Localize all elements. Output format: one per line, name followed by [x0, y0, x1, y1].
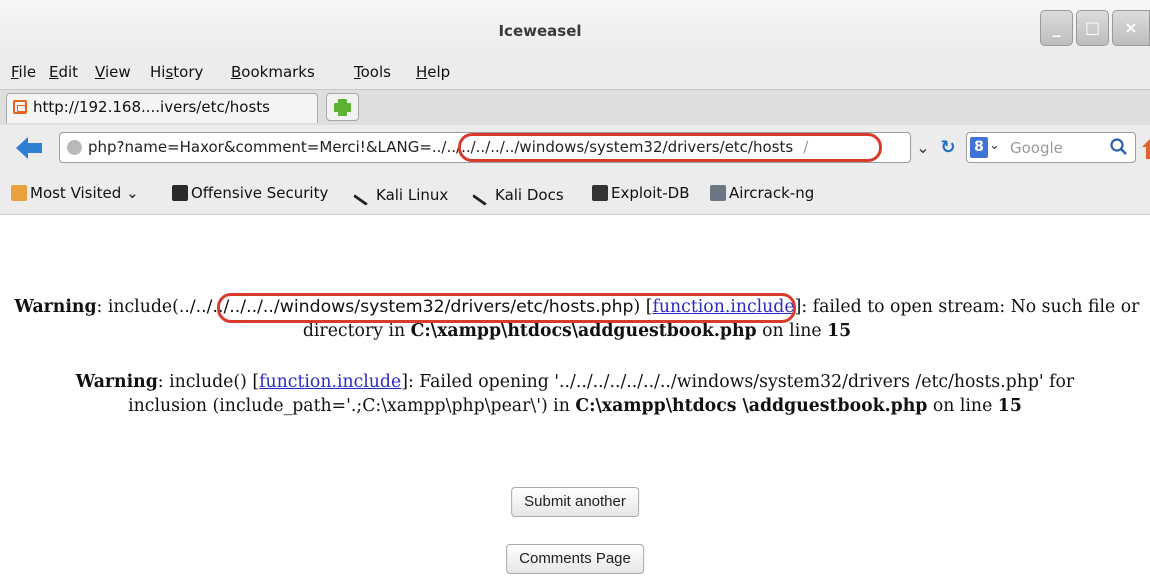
close-button[interactable]: ×: [1112, 10, 1150, 46]
back-arrow-icon: [16, 137, 42, 159]
bookmark-kali-docs[interactable]: Kali Docs: [471, 181, 564, 206]
new-tab-button[interactable]: [326, 93, 359, 121]
comments-page-button[interactable]: Comments Page: [506, 544, 644, 574]
site-identity-icon[interactable]: [67, 140, 82, 155]
google-engine-icon[interactable]: 8: [970, 137, 988, 158]
menu-view[interactable]: View: [95, 63, 131, 81]
bookmark-exploit-db[interactable]: Exploit-DB: [592, 184, 690, 202]
navigation-bar: php?name=Haxor&comment=Merci!&LANG=../..…: [0, 125, 1150, 170]
menu-help[interactable]: Help: [416, 63, 450, 81]
exploit-db-icon: [592, 185, 608, 201]
engine-dropdown-icon[interactable]: ⌄: [989, 138, 1000, 153]
tab-label: http://192.168....ivers/etc/hosts: [33, 98, 270, 116]
aircrack-icon: [710, 185, 726, 201]
kali-dragon-icon: [471, 181, 497, 206]
menu-tools[interactable]: Tools: [354, 63, 391, 81]
minimize-icon: _: [1052, 18, 1061, 37]
search-engine-placeholder: Google: [1010, 139, 1063, 157]
bookmark-aircrack-ng[interactable]: Aircrack-ng: [710, 184, 814, 202]
home-button[interactable]: [1142, 133, 1150, 161]
home-icon: [1142, 139, 1150, 159]
search-icon[interactable]: [1109, 137, 1129, 158]
search-bar[interactable]: 8 ⌄ Google: [966, 132, 1136, 163]
highlight-circle-url: [458, 133, 882, 162]
tab-active[interactable]: http://192.168....ivers/etc/hosts: [6, 93, 318, 123]
menu-bar: File Edit View History Bookmarks Tools H…: [0, 54, 1150, 92]
menu-edit[interactable]: Edit: [49, 63, 78, 81]
offensive-security-icon: [172, 185, 188, 201]
page-content: Warning: include(../../../../../../windo…: [0, 215, 1150, 587]
url-dropdown-icon[interactable]: ⌄: [913, 135, 933, 160]
bookmark-offensive-security[interactable]: Offensive Security: [172, 184, 328, 202]
bookmarks-toolbar: Most Visited ⌄ Offensive Security Kali L…: [0, 170, 1150, 215]
highlight-circle-path: [217, 293, 796, 323]
page-favicon-icon: [13, 100, 27, 114]
submit-another-button[interactable]: Submit another: [511, 487, 639, 517]
plus-icon: [334, 99, 351, 116]
tab-bar: http://192.168....ivers/etc/hosts: [0, 89, 1150, 126]
minimize-button[interactable]: _: [1040, 10, 1073, 46]
window-title: Iceweasel: [498, 22, 582, 40]
function-include-link[interactable]: function.include: [259, 372, 401, 392]
url-bar[interactable]: php?name=Haxor&comment=Merci!&LANG=../..…: [59, 132, 956, 163]
folder-icon: [11, 185, 27, 201]
reload-icon[interactable]: ↻: [936, 136, 960, 160]
maximize-icon: □: [1084, 18, 1101, 37]
menu-file[interactable]: File: [11, 63, 36, 81]
chevron-down-icon: ⌄: [121, 184, 139, 202]
bookmark-kali-linux[interactable]: Kali Linux: [352, 181, 448, 206]
menu-bookmarks[interactable]: Bookmarks: [231, 63, 315, 81]
bookmark-most-visited[interactable]: Most Visited ⌄: [11, 184, 139, 202]
close-icon: ×: [1124, 18, 1138, 37]
kali-dragon-icon: [352, 181, 378, 206]
back-button[interactable]: [14, 135, 44, 161]
maximize-button[interactable]: □: [1076, 10, 1109, 46]
warning-message-2: Warning: include() [function.include]: F…: [75, 372, 1075, 416]
menu-history[interactable]: History: [150, 63, 203, 81]
